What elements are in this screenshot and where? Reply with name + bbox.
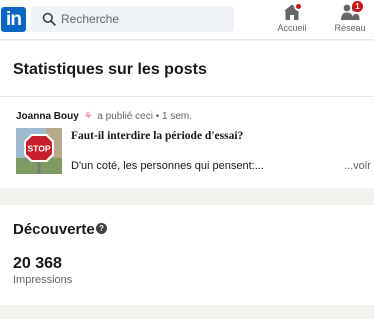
help-icon[interactable]: ?	[96, 223, 107, 234]
top-navigation-bar: in Recherche Accueil 1 Réseau	[0, 0, 374, 40]
see-more-link[interactable]: ...voir p	[344, 160, 374, 172]
post-author-line: Joanna Bouy ⚘ a publié ceci • 1 sem.	[16, 111, 192, 122]
post-excerpt: D'un coté, les personnes qui pensent:...	[71, 160, 264, 172]
search-placeholder: Recherche	[61, 12, 120, 26]
nav-network[interactable]: 1 Réseau	[330, 1, 370, 33]
nav-network-label: Réseau	[334, 23, 366, 33]
discovery-card: Découverte ? 20 368 Impressions	[0, 205, 374, 305]
nav-home-label: Accueil	[277, 23, 307, 33]
post-stats-card: Statistiques sur les posts Joanna Bouy ⚘…	[0, 41, 374, 188]
author-name[interactable]: Joanna Bouy	[16, 111, 79, 122]
impressions-label: Impressions	[13, 274, 73, 286]
search-input[interactable]: Recherche	[31, 6, 234, 32]
impressions-value: 20 368	[13, 255, 62, 272]
linkedin-logo[interactable]: in	[1, 7, 26, 32]
stop-sign-text: STOP	[28, 144, 51, 154]
home-icon	[281, 2, 303, 21]
nav-home[interactable]: Accueil	[268, 2, 316, 33]
divider	[0, 96, 374, 97]
flower-icon: ⚘	[83, 111, 93, 122]
post-time: • 1 sem.	[155, 111, 192, 122]
network-icon: 1	[339, 1, 363, 21]
page-title: Statistiques sur les posts	[13, 61, 207, 78]
post-thumbnail[interactable]: STOP	[16, 128, 62, 174]
notification-dot	[294, 2, 303, 11]
discovery-title: Découverte	[13, 221, 95, 238]
author-action: a publié ceci	[97, 111, 153, 122]
search-icon	[42, 12, 56, 26]
network-badge: 1	[352, 1, 363, 12]
post-title[interactable]: Faut-il interdire la période d'essai?	[71, 130, 243, 142]
